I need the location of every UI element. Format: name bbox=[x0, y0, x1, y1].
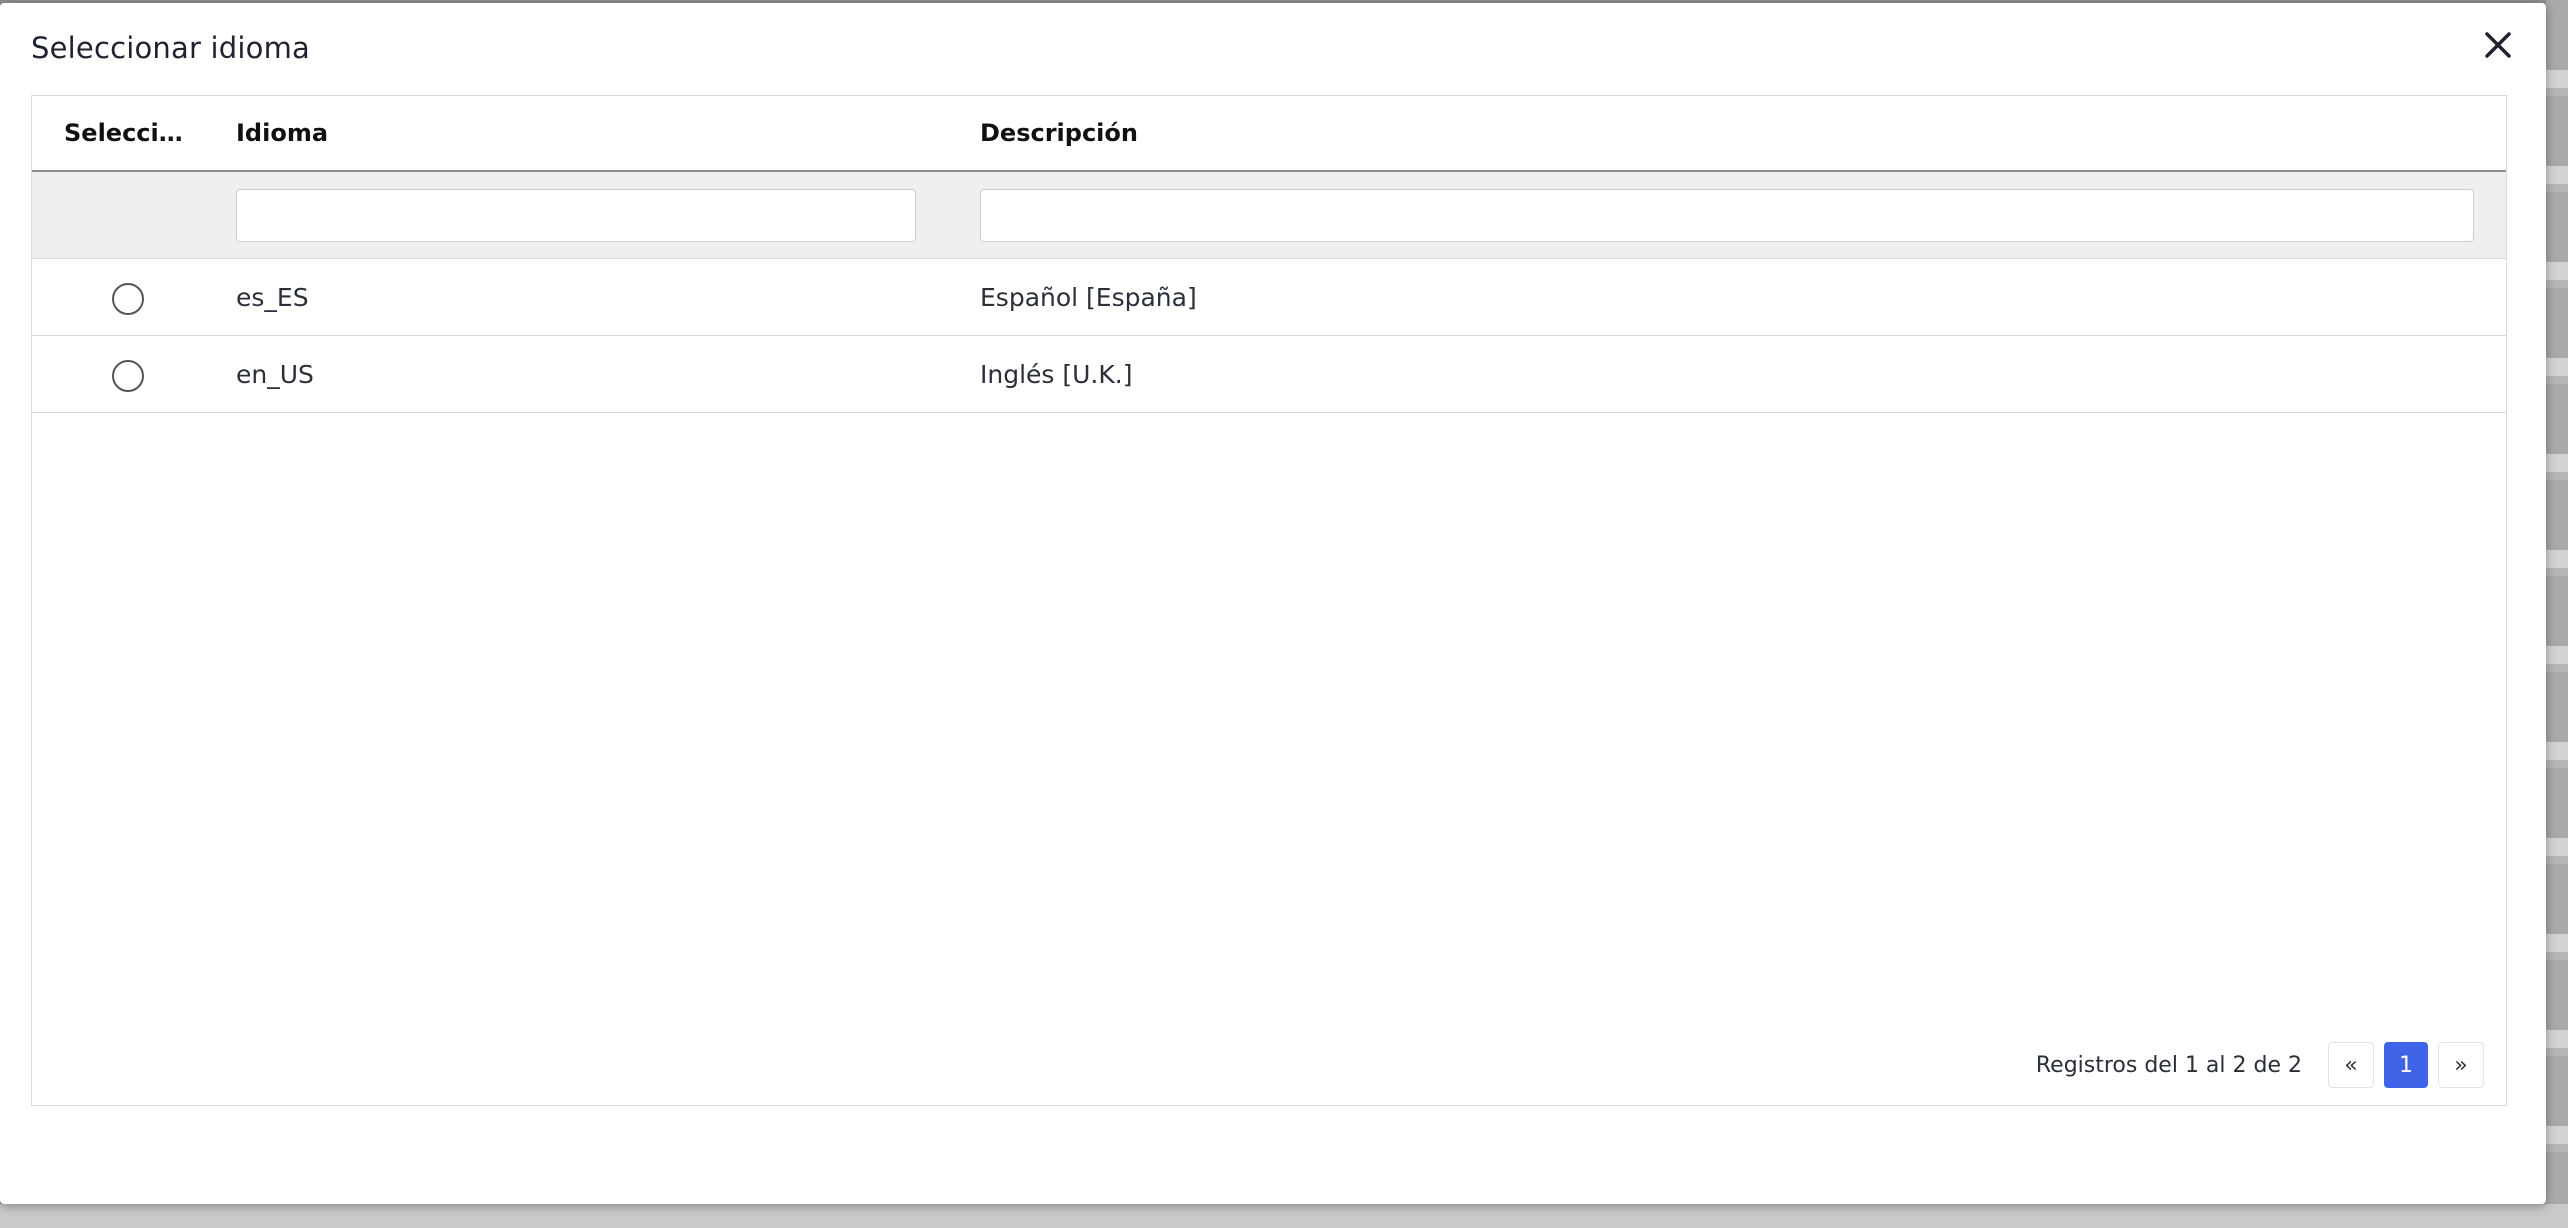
filter-row bbox=[32, 172, 2506, 259]
background-page-edge bbox=[2546, 0, 2568, 1228]
column-header-descripcion[interactable]: Descripción bbox=[980, 96, 1780, 170]
idioma-cell: en_US bbox=[236, 360, 314, 389]
column-header-idioma[interactable]: Idioma bbox=[236, 96, 636, 170]
close-icon bbox=[2485, 32, 2511, 58]
grid-header: Selecci... Idioma Descripción bbox=[32, 96, 2506, 172]
row-select-radio[interactable] bbox=[112, 360, 144, 392]
descripcion-cell: Español [España] bbox=[980, 283, 1197, 312]
descripcion-cell: Inglés [U.K.] bbox=[980, 360, 1133, 389]
previous-page-button[interactable]: « bbox=[2328, 1042, 2374, 1088]
table-row[interactable]: es_ES Español [España] bbox=[32, 260, 2506, 336]
descripcion-filter-input[interactable] bbox=[980, 189, 2474, 242]
table-row[interactable]: en_US Inglés [U.K.] bbox=[32, 337, 2506, 413]
pagination: Registros del 1 al 2 de 2 « 1 » bbox=[2036, 1042, 2484, 1088]
row-select-radio[interactable] bbox=[112, 283, 144, 315]
idioma-cell: es_ES bbox=[236, 283, 309, 312]
dialog-title: Seleccionar idioma bbox=[31, 31, 311, 65]
language-select-dialog: Seleccionar idioma Selecci... Idioma Des… bbox=[0, 3, 2546, 1204]
column-header-select[interactable]: Selecci... bbox=[64, 96, 184, 170]
page-1-button[interactable]: 1 bbox=[2384, 1042, 2428, 1088]
background-page-bottom bbox=[0, 1204, 2568, 1228]
language-grid: Selecci... Idioma Descripción es_ES Espa… bbox=[31, 95, 2507, 1106]
next-page-button[interactable]: » bbox=[2438, 1042, 2484, 1088]
pagination-info: Registros del 1 al 2 de 2 bbox=[2035, 1052, 2302, 1078]
close-button[interactable] bbox=[2478, 25, 2518, 65]
idioma-filter-input[interactable] bbox=[236, 189, 916, 242]
